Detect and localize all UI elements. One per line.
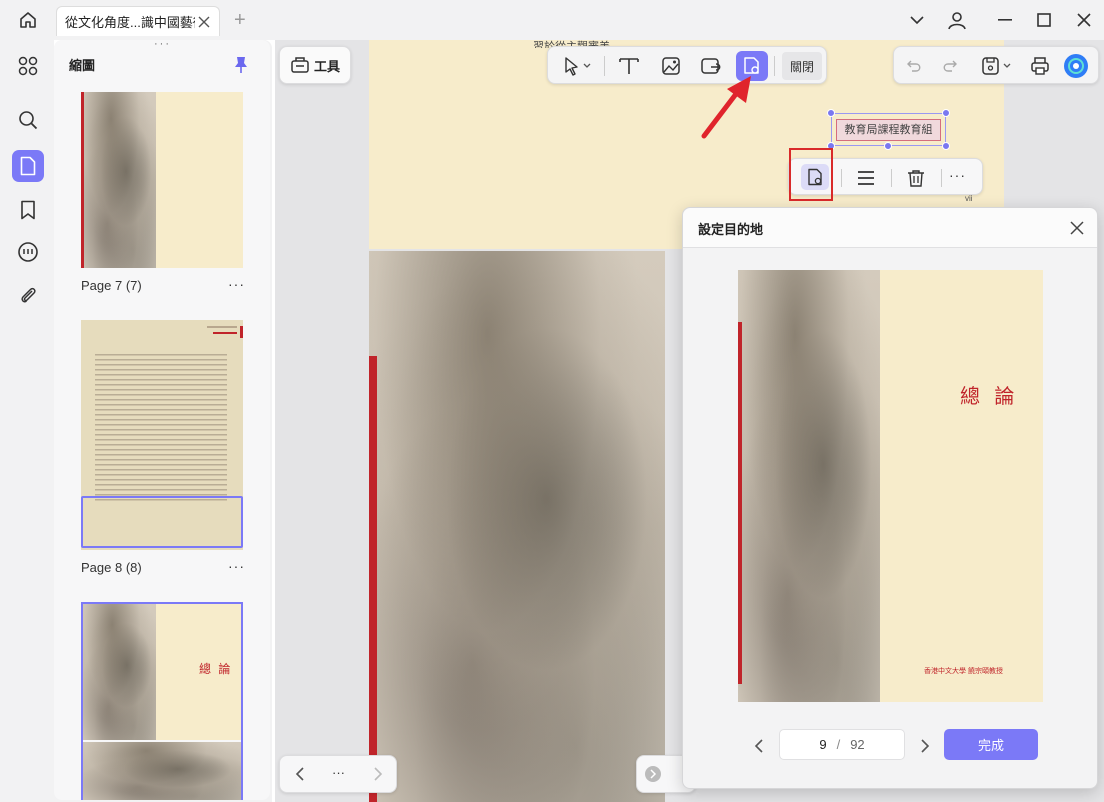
done-button[interactable]: 完成 bbox=[944, 729, 1038, 760]
redo-icon[interactable] bbox=[936, 54, 964, 78]
red-rule bbox=[81, 92, 84, 268]
maximize-icon[interactable] bbox=[1033, 10, 1055, 30]
edit-toolbar: 關閉 bbox=[547, 46, 827, 84]
selection-box bbox=[81, 496, 243, 548]
callout-highlight-box bbox=[789, 148, 833, 201]
save-menu-icon[interactable] bbox=[976, 54, 1018, 78]
toolbox-icon bbox=[291, 57, 309, 73]
title-bar: 從文化角度...識中國藝術 + bbox=[0, 0, 1104, 40]
panel-drag-handle[interactable]: ··· bbox=[154, 40, 171, 50]
red-rule bbox=[369, 356, 377, 802]
panel-title: 縮圖 bbox=[69, 58, 96, 73]
thumbnail-title: 總 論 bbox=[199, 662, 233, 676]
dialog-title: 設定目的地 bbox=[698, 222, 764, 237]
tools-label: 工具 bbox=[313, 58, 340, 74]
page-thumbnail[interactable] bbox=[81, 92, 243, 268]
thumbnail-image bbox=[83, 742, 241, 800]
more-options-icon[interactable]: ··· bbox=[949, 167, 966, 183]
search-icon[interactable] bbox=[14, 106, 42, 134]
nav-more-button[interactable]: ··· bbox=[332, 765, 345, 780]
tools-button[interactable]: 工具 bbox=[279, 46, 351, 84]
link-annotation: 教育局課程教育組 bbox=[836, 119, 941, 141]
next-page-icon[interactable] bbox=[368, 764, 388, 784]
page-thumbnail[interactable]: 總 論 bbox=[81, 602, 243, 800]
page-image bbox=[369, 251, 665, 802]
close-window-icon[interactable] bbox=[1073, 10, 1095, 30]
thumbnail-label: Page 7 (7) bbox=[81, 278, 142, 293]
left-icon-rail bbox=[0, 40, 54, 802]
bookmark-icon[interactable] bbox=[14, 196, 42, 224]
close-edit-button[interactable]: 關閉 bbox=[782, 52, 822, 80]
current-page-input[interactable]: 9 bbox=[819, 737, 826, 752]
undo-icon[interactable] bbox=[900, 54, 928, 78]
text-line bbox=[207, 326, 237, 328]
callout-arrow bbox=[701, 76, 751, 139]
next-page-icon[interactable] bbox=[915, 736, 935, 756]
resize-handle[interactable] bbox=[827, 109, 835, 117]
resize-handle[interactable] bbox=[942, 109, 950, 117]
comment-icon[interactable] bbox=[14, 238, 42, 266]
page-number-field[interactable]: 9 / 92 bbox=[779, 729, 905, 760]
select-tool-button[interactable] bbox=[556, 53, 598, 79]
tab-title: 從文化角度...識中國藝術 bbox=[65, 15, 195, 30]
thumbnail-image bbox=[81, 92, 156, 268]
print-icon[interactable] bbox=[1026, 54, 1054, 78]
close-tab-icon[interactable] bbox=[195, 13, 213, 31]
thumbnail-label: Page 8 (8) bbox=[81, 560, 142, 575]
text-lines bbox=[95, 354, 227, 504]
close-icon[interactable] bbox=[1067, 218, 1087, 238]
user-icon[interactable] bbox=[945, 8, 969, 32]
prev-page-icon[interactable] bbox=[290, 764, 310, 784]
delete-icon[interactable] bbox=[901, 165, 931, 191]
expand-icon[interactable] bbox=[645, 766, 661, 782]
red-rule bbox=[240, 326, 243, 338]
page-separator: / bbox=[836, 737, 841, 752]
red-rule bbox=[738, 322, 742, 684]
thumbnail-more-button[interactable]: ··· bbox=[228, 276, 245, 292]
page-nav-bar: ··· bbox=[279, 755, 397, 793]
image-tool-icon[interactable] bbox=[656, 53, 686, 79]
resize-handle[interactable] bbox=[884, 142, 892, 150]
minimize-icon[interactable] bbox=[994, 10, 1016, 30]
text-line bbox=[213, 332, 237, 334]
page-number: vii bbox=[965, 194, 973, 203]
document-tab[interactable]: 從文化角度...識中國藝術 bbox=[56, 6, 220, 36]
pin-icon[interactable] bbox=[230, 54, 252, 76]
apps-grid-icon[interactable] bbox=[14, 52, 42, 80]
chevron-down-icon[interactable] bbox=[906, 10, 928, 30]
prev-page-icon[interactable] bbox=[749, 736, 769, 756]
preview-author: 香港中文大學 饒宗頤教授 bbox=[924, 668, 1003, 675]
right-toolbar bbox=[893, 46, 1099, 84]
text-tool-icon[interactable] bbox=[614, 53, 644, 79]
total-pages: 92 bbox=[850, 737, 865, 752]
attachment-icon[interactable] bbox=[14, 282, 42, 310]
home-icon[interactable] bbox=[14, 8, 42, 32]
pages-icon[interactable] bbox=[12, 150, 44, 182]
resize-handle[interactable] bbox=[942, 142, 950, 150]
thumbnail-panel: ··· 縮圖 Page 7 (7) ··· Page 8 (8) ··· 總 論 bbox=[54, 40, 272, 802]
ai-assistant-icon[interactable] bbox=[1062, 52, 1090, 80]
preview-title: 總 論 bbox=[960, 384, 1019, 408]
destination-page-preview[interactable]: 總 論 香港中文大學 饒宗頤教授 bbox=[738, 270, 1043, 702]
add-tab-button[interactable]: + bbox=[234, 9, 246, 32]
page-thumbnail[interactable] bbox=[81, 320, 243, 550]
thumbnail-image bbox=[83, 604, 156, 740]
preview-image bbox=[738, 270, 880, 702]
set-destination-dialog: 設定目的地 總 論 香港中文大學 饒宗頤教授 9 / 92 完成 bbox=[682, 207, 1098, 789]
thumbnail-more-button[interactable]: ··· bbox=[228, 558, 245, 574]
properties-icon[interactable] bbox=[851, 165, 881, 191]
